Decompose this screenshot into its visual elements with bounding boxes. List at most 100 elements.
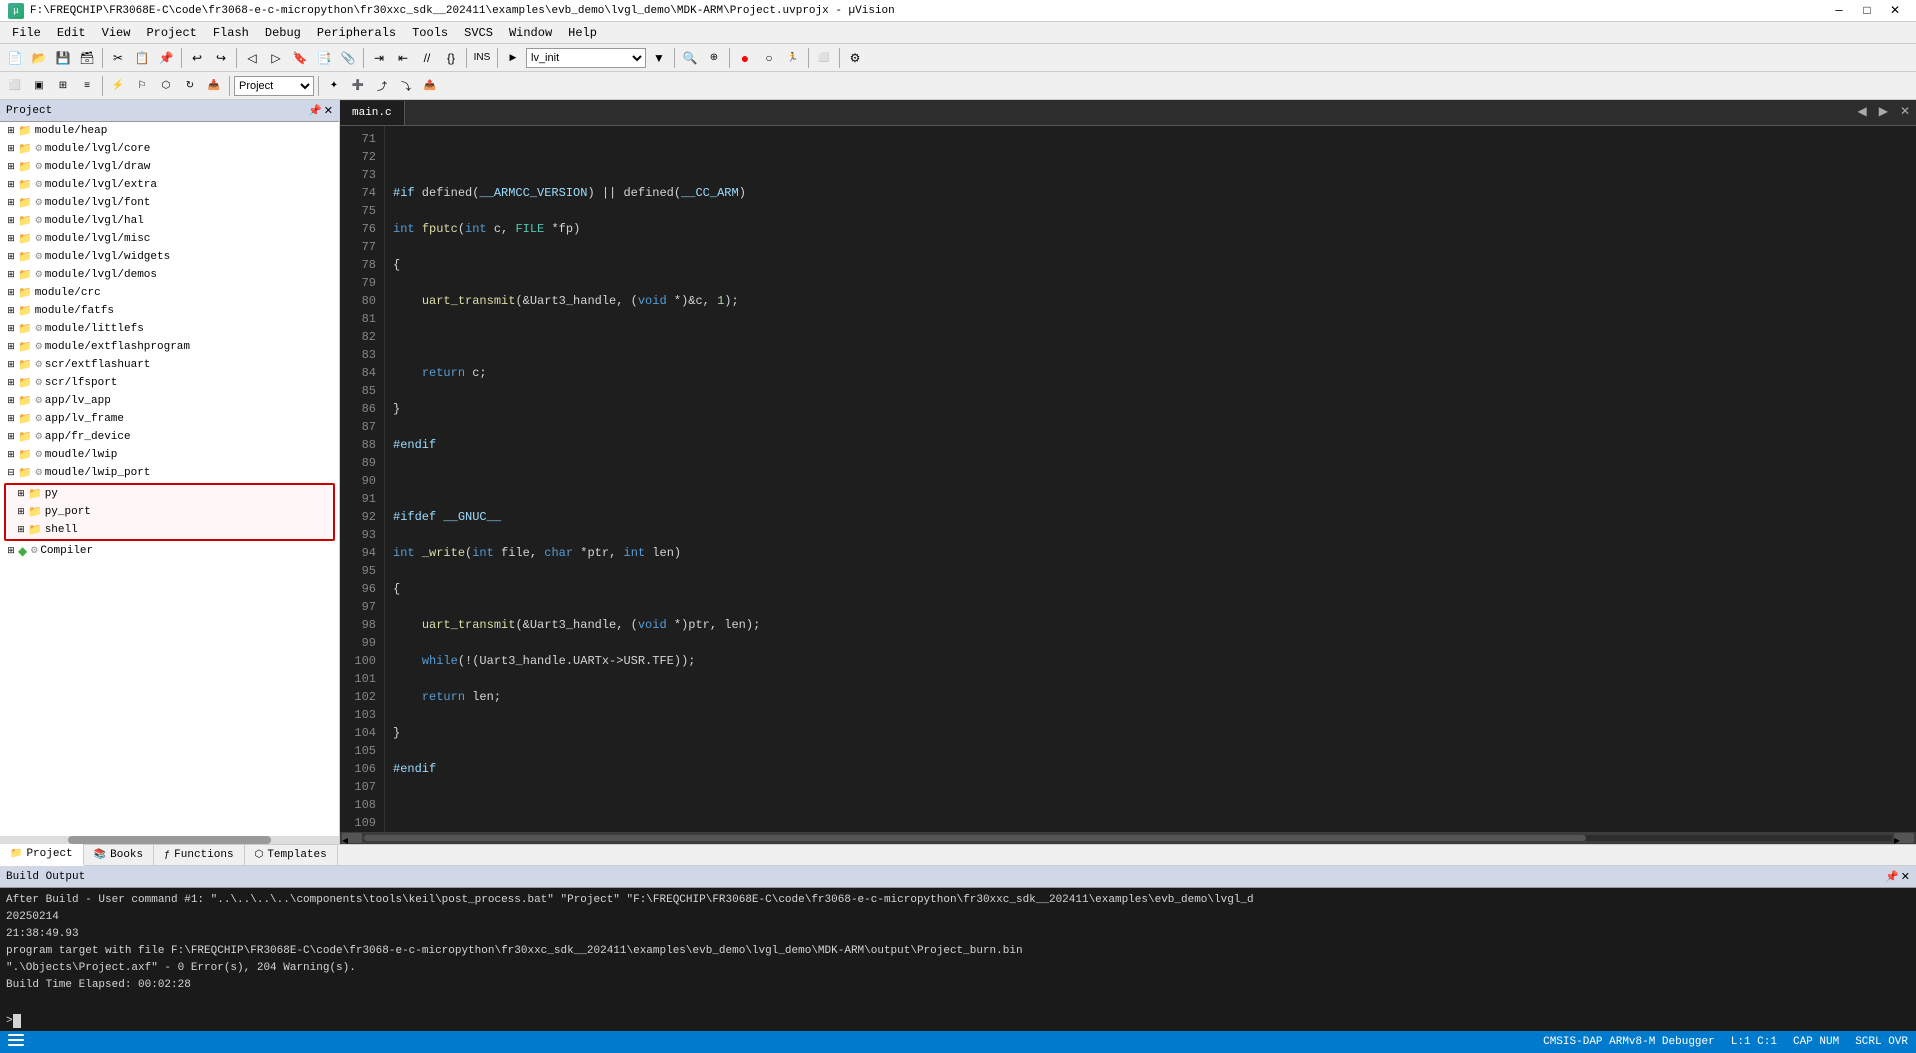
bookmark2-button[interactable]: 📑: [313, 47, 335, 69]
build-target-combo[interactable]: lv_init: [526, 48, 646, 68]
build-output-close[interactable]: ✕: [1901, 870, 1910, 884]
tree-item-crc[interactable]: ⊞ 📁 module/crc: [0, 284, 339, 302]
build-output-content[interactable]: After Build - User command #1: "..\..\..…: [0, 888, 1916, 1011]
h-scrollbar[interactable]: ◂ ▸: [340, 832, 1916, 844]
tb2-btn8[interactable]: ↻: [179, 75, 201, 97]
tb2-btn13[interactable]: ⤵: [395, 75, 417, 97]
tools-btn[interactable]: ⚙: [844, 47, 866, 69]
tb2-btn3[interactable]: ⊞: [52, 75, 74, 97]
close-panel-button[interactable]: ✕: [324, 104, 333, 118]
tab-scroll-left[interactable]: ◀: [1851, 99, 1872, 125]
tb2-btn6[interactable]: ⚐: [131, 75, 153, 97]
debug-start[interactable]: ●: [734, 47, 756, 69]
tb2-btn9[interactable]: 📥: [203, 75, 225, 97]
menu-edit[interactable]: Edit: [49, 24, 94, 42]
tree-item-lvgl-hal[interactable]: ⊞ 📁 ⚙ module/lvgl/hal: [0, 212, 339, 230]
menu-file[interactable]: File: [4, 24, 49, 42]
pin-button[interactable]: 📌: [308, 104, 322, 118]
insert-btn[interactable]: INS: [471, 47, 493, 69]
maximize-button[interactable]: □: [1854, 1, 1880, 21]
search2-btn[interactable]: ⊕: [703, 47, 725, 69]
search-btn[interactable]: 🔍: [679, 47, 701, 69]
copy-button[interactable]: 📋: [131, 47, 153, 69]
h-scroll-left[interactable]: ◂: [342, 833, 362, 843]
tree-item-lvgl-extra[interactable]: ⊞ 📁 ⚙ module/lvgl/extra: [0, 176, 339, 194]
menu-view[interactable]: View: [94, 24, 139, 42]
tab-main-c[interactable]: main.c: [340, 101, 405, 125]
target-dropdown[interactable]: ▼: [648, 47, 670, 69]
menu-flash[interactable]: Flash: [205, 24, 257, 42]
tree-item-lvframe[interactable]: ⊞ 📁 ⚙ app/lv_frame: [0, 410, 339, 428]
tree-item-lwip-port[interactable]: ⊟ 📁 ⚙ moudle/lwip_port: [0, 464, 339, 482]
uncomment-button[interactable]: {}: [440, 47, 462, 69]
paste-button[interactable]: 📌: [155, 47, 177, 69]
bookmark-button[interactable]: 🔖: [289, 47, 311, 69]
window-btn[interactable]: ⬜: [813, 47, 835, 69]
build-output-pin[interactable]: 📌: [1885, 870, 1899, 884]
tree-item-heap[interactable]: ⊞ 📁 module/heap: [0, 122, 339, 140]
tree-item-lvgl-font[interactable]: ⊞ 📁 ⚙ module/lvgl/font: [0, 194, 339, 212]
tb2-btn4[interactable]: ≡: [76, 75, 98, 97]
comment-button[interactable]: //: [416, 47, 438, 69]
bookmark3-button[interactable]: 📎: [337, 47, 359, 69]
new-file-button[interactable]: 📄: [4, 47, 26, 69]
tree-item-lvgl-demos[interactable]: ⊞ 📁 ⚙ module/lvgl/demos: [0, 266, 339, 284]
tab-scroll-right[interactable]: ▶: [1873, 99, 1894, 125]
tb2-btn12[interactable]: ⤴: [371, 75, 393, 97]
tree-item-lfsport[interactable]: ⊞ 📁 ⚙ scr/lfsport: [0, 374, 339, 392]
tree-item-py[interactable]: ⊞ 📁 py: [6, 485, 333, 503]
tree-item-lvgl-misc[interactable]: ⊞ 📁 ⚙ module/lvgl/misc: [0, 230, 339, 248]
menu-debug[interactable]: Debug: [257, 24, 309, 42]
nav-forward-button[interactable]: ▷: [265, 47, 287, 69]
tab-books[interactable]: 📚 Books: [84, 844, 154, 866]
minimize-button[interactable]: ─: [1826, 1, 1852, 21]
tab-project[interactable]: 📁 Project: [0, 844, 84, 866]
project-scroll-track[interactable]: [0, 836, 339, 844]
menu-window[interactable]: Window: [501, 24, 560, 42]
tab-templates[interactable]: ⬡ Templates: [245, 844, 338, 866]
indent-button[interactable]: ⇥: [368, 47, 390, 69]
tree-item-extflash[interactable]: ⊞ 📁 ⚙ module/extflashprogram: [0, 338, 339, 356]
tb2-btn11[interactable]: ➕: [347, 75, 369, 97]
close-button[interactable]: ✕: [1882, 1, 1908, 21]
open-button[interactable]: 📂: [28, 47, 50, 69]
tb2-btn7[interactable]: ⬡: [155, 75, 177, 97]
menu-peripherals[interactable]: Peripherals: [309, 24, 404, 42]
view-select[interactable]: Project: [234, 76, 314, 96]
h-scroll-track[interactable]: [364, 835, 1892, 841]
tb2-btn14[interactable]: 📤: [419, 75, 441, 97]
code-container[interactable]: 71 72 73 74 75 76 77 78 79 80 81 82 83 8…: [340, 126, 1916, 832]
tree-item-fatfs[interactable]: ⊞ 📁 module/fatfs: [0, 302, 339, 320]
tree-item-compiler[interactable]: ⊞ ◆ ⚙ Compiler: [0, 542, 339, 560]
tree-item-py-port[interactable]: ⊞ 📁 py_port: [6, 503, 333, 521]
cut-button[interactable]: ✂: [107, 47, 129, 69]
save-button[interactable]: 💾: [52, 47, 74, 69]
menu-svcs[interactable]: SVCS: [456, 24, 501, 42]
tb2-btn1[interactable]: ⬜: [4, 75, 26, 97]
tree-item-littlefs[interactable]: ⊞ 📁 ⚙ module/littlefs: [0, 320, 339, 338]
undo-button[interactable]: ↩: [186, 47, 208, 69]
code-content[interactable]: #if defined(__ARMCC_VERSION) || defined(…: [385, 126, 1916, 832]
debug-run[interactable]: 🏃: [782, 47, 804, 69]
tree-item-frdevice[interactable]: ⊞ 📁 ⚙ app/fr_device: [0, 428, 339, 446]
nav-back-button[interactable]: ◁: [241, 47, 263, 69]
menu-tools[interactable]: Tools: [404, 24, 456, 42]
tb2-btn2[interactable]: ▣: [28, 75, 50, 97]
tree-item-lwip[interactable]: ⊞ 📁 ⚙ moudle/lwip: [0, 446, 339, 464]
tree-item-lvgl-draw[interactable]: ⊞ 📁 ⚙ module/lvgl/draw: [0, 158, 339, 176]
h-scroll-thumb[interactable]: [364, 835, 1586, 841]
h-scroll-right[interactable]: ▸: [1894, 833, 1914, 843]
unindent-button[interactable]: ⇤: [392, 47, 414, 69]
menu-help[interactable]: Help: [560, 24, 605, 42]
tree-item-lvapp[interactable]: ⊞ 📁 ⚙ app/lv_app: [0, 392, 339, 410]
close-editor-button[interactable]: ✕: [1894, 99, 1916, 125]
project-scroll-thumb[interactable]: [68, 836, 271, 844]
debug-stop[interactable]: ○: [758, 47, 780, 69]
redo-button[interactable]: ↪: [210, 47, 232, 69]
tb2-btn10[interactable]: ✦: [323, 75, 345, 97]
tree-item-lvgl-widgets[interactable]: ⊞ 📁 ⚙ module/lvgl/widgets: [0, 248, 339, 266]
tb2-btn5[interactable]: ⚡: [107, 75, 129, 97]
tree-item-extflashuart[interactable]: ⊞ 📁 ⚙ scr/extflashuart: [0, 356, 339, 374]
tree-item-lvgl-core[interactable]: ⊞ 📁 ⚙ module/lvgl/core: [0, 140, 339, 158]
save-all-button[interactable]: 🗃: [76, 47, 98, 69]
